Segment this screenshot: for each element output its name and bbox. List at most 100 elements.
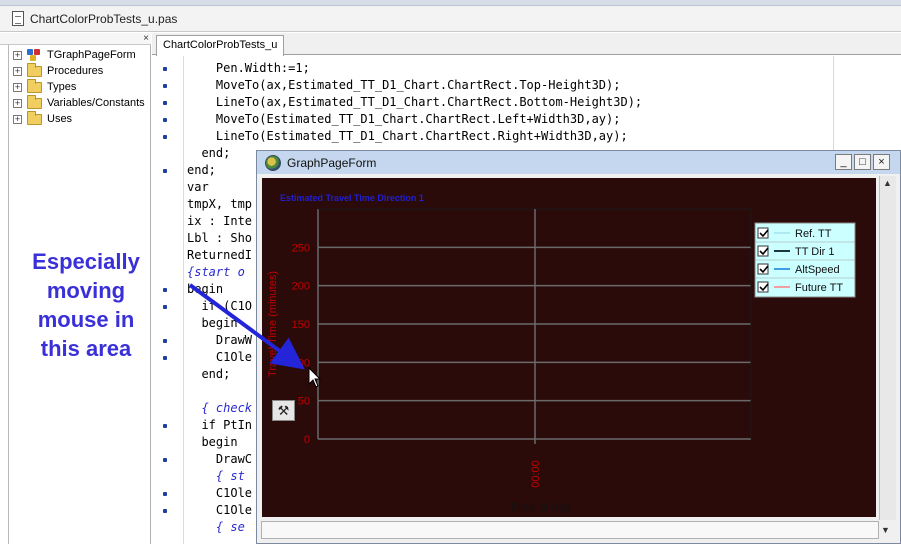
y-tick-label: 0: [304, 434, 310, 446]
tools-icon: ⚒: [277, 402, 290, 418]
scroll-up-icon[interactable]: ▲: [883, 178, 892, 188]
x-tick-label: 00:00: [530, 460, 542, 488]
code-line: if PtIn: [187, 418, 253, 432]
breakpoint-dot[interactable]: [163, 101, 167, 105]
tree-item-label: Procedures: [47, 65, 104, 77]
tree-item-label: Types: [47, 81, 77, 93]
chart-area[interactable]: Estimated Travel Time Direction 1 0 50 100 1…: [262, 178, 876, 517]
expand-icon[interactable]: +: [13, 98, 22, 108]
code-line: MoveTo(ax,Estimated_TT_D1_Chart.ChartRec…: [187, 78, 621, 92]
editor-tab-bar: ChartColorProbTests_u: [152, 33, 901, 56]
breakpoint-dot[interactable]: [163, 169, 167, 173]
code-line: { check: [187, 401, 253, 415]
code-line: begin: [187, 435, 238, 449]
app-icon: [265, 154, 281, 171]
tree-item-label: Variables/Constants: [47, 97, 145, 109]
code-line: ReturnedI: [187, 248, 253, 262]
y-axis-label: Travel Time (minutes): [267, 271, 279, 377]
graph-page-form: GraphPageForm _ □ × Estimated Travel Tim…: [256, 150, 901, 544]
tree-item-label: TGraphPageForm: [47, 49, 136, 61]
minimize-button[interactable]: _: [835, 154, 852, 170]
tree-item-uses[interactable]: + Uses: [13, 110, 73, 127]
folder-icon: [27, 78, 42, 93]
breakpoint-dot[interactable]: [163, 424, 167, 428]
vertical-scrollbar[interactable]: ▲: [879, 176, 896, 520]
chart-canvas[interactable]: Estimated Travel Time Direction 1 0 50 100 1…: [262, 178, 876, 517]
y-tick-label: 250: [292, 242, 310, 254]
ide-title: ChartColorProbTests_u.pas: [30, 11, 178, 26]
breakpoint-dot[interactable]: [163, 135, 167, 139]
x-axis-label: Time of day: [509, 500, 571, 514]
maximize-button[interactable]: □: [854, 154, 871, 170]
legend-label: Ref. TT: [795, 228, 832, 240]
file-icon: [12, 11, 24, 26]
code-line: { st: [187, 469, 245, 483]
editor-gutter: [152, 56, 184, 544]
code-line: end;: [187, 146, 231, 160]
code-line: Pen.Width:=1;: [187, 61, 310, 75]
close-button[interactable]: ×: [873, 154, 890, 170]
horizontal-scrollbar[interactable]: [261, 521, 879, 539]
chart-title: Estimated Travel Time Direction 1: [280, 193, 424, 203]
legend-label: TT Dir 1: [795, 246, 835, 258]
code-line: C1Ole: [187, 350, 253, 364]
code-line: C1Ole: [187, 486, 253, 500]
code-line: tmpX, tmp: [187, 197, 253, 211]
legend-label: AltSpeed: [795, 264, 840, 276]
breakpoint-dot[interactable]: [163, 118, 167, 122]
breakpoint-dot[interactable]: [163, 356, 167, 360]
code-line: var: [187, 180, 209, 194]
code-line: DrawC: [187, 452, 253, 466]
tree-item-label: Uses: [47, 113, 73, 125]
form-title-bar[interactable]: GraphPageForm _ □ ×: [257, 151, 900, 174]
close-icon[interactable]: ×: [143, 34, 149, 44]
ide-title-bar: ChartColorProbTests_u.pas: [0, 6, 901, 32]
tree-header: ×: [0, 33, 151, 45]
breakpoint-dot[interactable]: [163, 67, 167, 71]
breakpoint-dot[interactable]: [163, 492, 167, 496]
code-line: DrawW: [187, 333, 253, 347]
breakpoint-dot[interactable]: [163, 84, 167, 88]
code-line: LineTo(ax,Estimated_TT_D1_Chart.ChartRec…: [187, 95, 643, 109]
expand-icon[interactable]: +: [13, 82, 22, 92]
y-tick-label: 150: [292, 319, 310, 331]
breakpoint-dot[interactable]: [163, 339, 167, 343]
tree-border: [8, 45, 9, 544]
folder-icon: [27, 110, 42, 125]
breakpoint-dot[interactable]: [163, 458, 167, 462]
tree-item-types[interactable]: + Types: [13, 78, 77, 95]
chart-tool-button[interactable]: ⚒: [272, 400, 295, 421]
code-line: {start o: [187, 265, 245, 279]
code-line: Lbl : Sho: [187, 231, 253, 245]
editor-tab[interactable]: ChartColorProbTests_u: [156, 35, 285, 56]
tree-item-variables-constants[interactable]: + Variables/Constants: [13, 94, 145, 111]
y-tick-label: 50: [298, 396, 310, 408]
y-tick-label: 200: [292, 281, 310, 293]
expand-icon[interactable]: +: [13, 114, 22, 124]
annotation-text: Especially moving mouse in this area: [32, 249, 140, 361]
legend-label: Future TT: [795, 282, 843, 294]
scroll-down-icon[interactable]: ▼: [881, 525, 890, 535]
folder-icon: [27, 62, 42, 77]
code-line: { se: [187, 520, 245, 534]
code-line: LineTo(Estimated_TT_D1_Chart.ChartRect.R…: [187, 129, 628, 143]
code-line: begin: [187, 316, 238, 330]
code-line: if (C1O: [187, 299, 253, 313]
y-tick-label: 100: [292, 357, 310, 369]
breakpoint-dot[interactable]: [163, 288, 167, 292]
code-line: C1Ole: [187, 503, 253, 517]
expand-icon[interactable]: +: [13, 66, 22, 76]
tree-item-tgraphpageform[interactable]: + TGraphPageForm: [13, 47, 136, 63]
code-line: end;: [187, 163, 216, 177]
code-line: begin: [187, 282, 224, 296]
expand-icon[interactable]: +: [13, 50, 22, 60]
form-title: GraphPageForm: [287, 155, 377, 170]
breakpoint-dot[interactable]: [163, 509, 167, 513]
tree-item-procedures[interactable]: + Procedures: [13, 62, 104, 79]
code-line: end;: [187, 367, 231, 381]
code-line: MoveTo(Estimated_TT_D1_Chart.ChartRect.L…: [187, 112, 621, 126]
class-icon: [27, 48, 42, 62]
breakpoint-dot[interactable]: [163, 305, 167, 309]
code-line: ix : Inte: [187, 214, 253, 228]
right-margin-line: [833, 56, 834, 156]
